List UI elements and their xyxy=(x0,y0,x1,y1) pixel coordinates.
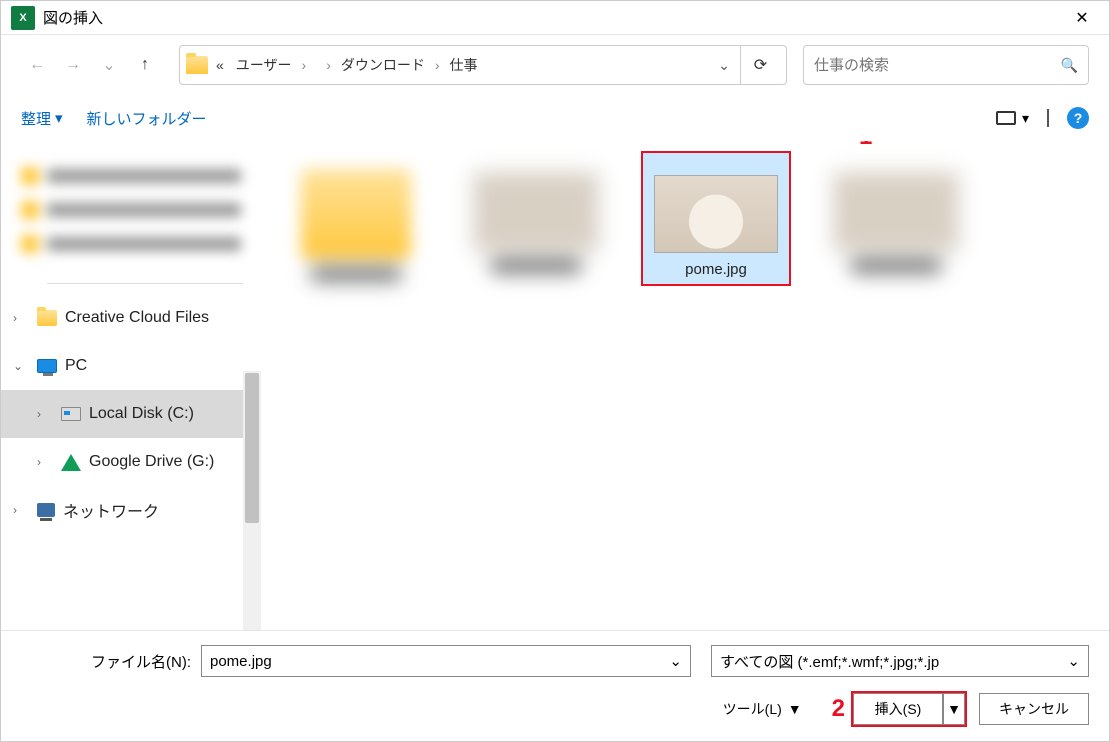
file-label: pome.jpg xyxy=(685,261,747,278)
toolbar: 整理▾ 新しいフォルダー ▾ ? xyxy=(1,95,1109,141)
pc-icon xyxy=(37,359,57,373)
insert-dropdown[interactable]: ▼ xyxy=(943,693,965,725)
crumb-work[interactable]: 仕事 xyxy=(446,53,482,77)
cancel-button[interactable]: キャンセル xyxy=(979,693,1089,725)
crumb-user[interactable] xyxy=(312,63,320,67)
folder-thumb-icon xyxy=(301,169,411,259)
bottom-panel: ファイル名(N): pome.jpg ⌄ すべての図 (*.emf;*.wmf;… xyxy=(1,630,1109,741)
file-tile[interactable] xyxy=(461,151,611,279)
scrollbar-thumb[interactable] xyxy=(245,373,259,523)
image-thumb xyxy=(474,173,598,251)
network-icon xyxy=(37,503,55,517)
address-history-dropdown[interactable]: ⌄ xyxy=(718,57,730,74)
quick-access xyxy=(1,147,261,277)
image-thumb xyxy=(834,173,958,251)
sidebar-scrollbar[interactable] xyxy=(243,371,261,630)
chevron-right-icon: › xyxy=(433,57,442,73)
chevron-right-icon[interactable]: › xyxy=(13,503,29,517)
filetype-combobox[interactable]: すべての図 (*.emf;*.wmf;*.jpg;*.jp ⌄ xyxy=(711,645,1089,677)
file-tile-selected[interactable]: pome.jpg xyxy=(641,151,791,286)
file-label xyxy=(491,259,581,273)
nav-bar: ← → ⌄ ↑ « ユーザー › › ダウンロード › 仕事 ⌄ ⟳ 🔍 xyxy=(1,35,1109,95)
chevron-right-icon[interactable]: › xyxy=(37,455,53,469)
tree-google-drive[interactable]: › Google Drive (G:) xyxy=(1,438,261,486)
chevron-down-icon[interactable]: ⌄ xyxy=(13,359,29,373)
tree-label: ネットワーク xyxy=(63,498,159,522)
view-mode-button[interactable]: ▾ xyxy=(996,110,1029,127)
tree-label: Local Disk (C:) xyxy=(89,405,194,423)
annotation-1: 1 xyxy=(859,141,872,151)
dropdown-icon: ▾ xyxy=(55,109,63,127)
file-label xyxy=(311,267,401,281)
organize-menu[interactable]: 整理▾ xyxy=(21,108,63,129)
excel-icon: X xyxy=(11,6,35,30)
file-tile[interactable] xyxy=(821,151,971,279)
search-icon[interactable]: 🔍 xyxy=(1061,57,1078,74)
tree-label: Creative Cloud Files xyxy=(65,309,209,327)
file-label xyxy=(851,259,941,273)
chevron-right-icon[interactable]: › xyxy=(13,311,29,325)
gdrive-icon xyxy=(61,454,81,471)
search-input[interactable] xyxy=(814,57,1061,74)
filename-combobox[interactable]: pome.jpg ⌄ xyxy=(201,645,691,677)
sidebar: › Creative Cloud Files ⌄ PC › Local Disk… xyxy=(1,141,261,630)
sidebar-divider xyxy=(47,283,243,284)
file-list[interactable]: 1 pome.jpg xyxy=(261,141,1109,630)
refresh-button[interactable]: ⟳ xyxy=(740,45,780,85)
dropdown-icon[interactable]: ⌄ xyxy=(1067,652,1080,670)
organize-label: 整理 xyxy=(21,108,51,129)
filetype-value: すべての図 (*.emf;*.wmf;*.jpg;*.jp xyxy=(720,651,939,672)
tree-creative-cloud[interactable]: › Creative Cloud Files xyxy=(1,294,261,342)
recent-dropdown[interactable]: ⌄ xyxy=(93,49,125,81)
pane-icon xyxy=(1047,109,1049,127)
up-button[interactable]: ↑ xyxy=(129,49,161,81)
main-area: › Creative Cloud Files ⌄ PC › Local Disk… xyxy=(1,141,1109,630)
disk-icon xyxy=(61,407,81,421)
back-button[interactable]: ← xyxy=(21,49,53,81)
crumb-downloads[interactable]: ダウンロード xyxy=(337,53,429,77)
tools-label: ツール(L) xyxy=(723,699,782,719)
dropdown-icon[interactable]: ⌄ xyxy=(669,652,682,670)
new-folder-button[interactable]: 新しいフォルダー xyxy=(87,108,207,129)
chevron-right-icon[interactable]: › xyxy=(37,407,53,421)
tree-local-disk[interactable]: › Local Disk (C:) xyxy=(1,390,261,438)
tree-label: Google Drive (G:) xyxy=(89,453,214,471)
chevron-right-icon: › xyxy=(324,57,333,73)
address-bar[interactable]: « ユーザー › › ダウンロード › 仕事 ⌄ ⟳ xyxy=(179,45,787,85)
monitor-icon xyxy=(996,111,1016,125)
tree-label: PC xyxy=(65,357,87,375)
titlebar: X 図の挿入 ✕ xyxy=(1,1,1109,35)
filename-value: pome.jpg xyxy=(210,653,272,670)
tools-menu[interactable]: ツール(L) ▼ xyxy=(723,699,802,719)
annotation-2: 2 xyxy=(832,695,845,723)
dropdown-icon: ▼ xyxy=(788,701,802,717)
folder-icon xyxy=(186,56,208,74)
help-button[interactable]: ? xyxy=(1067,107,1089,129)
file-tile[interactable] xyxy=(281,151,431,287)
forward-button[interactable]: → xyxy=(57,49,89,81)
close-button[interactable]: ✕ xyxy=(1059,1,1105,35)
crumb-users[interactable]: ユーザー xyxy=(232,53,296,77)
image-thumb xyxy=(654,175,778,253)
tree-network[interactable]: › ネットワーク xyxy=(1,486,261,534)
dropdown-icon: ▾ xyxy=(1022,110,1029,127)
chevron-right-icon: › xyxy=(300,57,309,73)
crumb-prefix: « xyxy=(212,55,228,75)
preview-pane-button[interactable] xyxy=(1047,110,1049,126)
insert-split-button: 挿入(S) ▼ xyxy=(851,691,967,727)
tree-pc[interactable]: ⌄ PC xyxy=(1,342,261,390)
dog-image xyxy=(655,176,777,252)
dialog-title: 図の挿入 xyxy=(43,7,1059,28)
filename-label: ファイル名(N): xyxy=(21,651,191,672)
insert-button[interactable]: 挿入(S) xyxy=(853,693,943,725)
folder-icon xyxy=(37,310,57,326)
search-box[interactable]: 🔍 xyxy=(803,45,1089,85)
